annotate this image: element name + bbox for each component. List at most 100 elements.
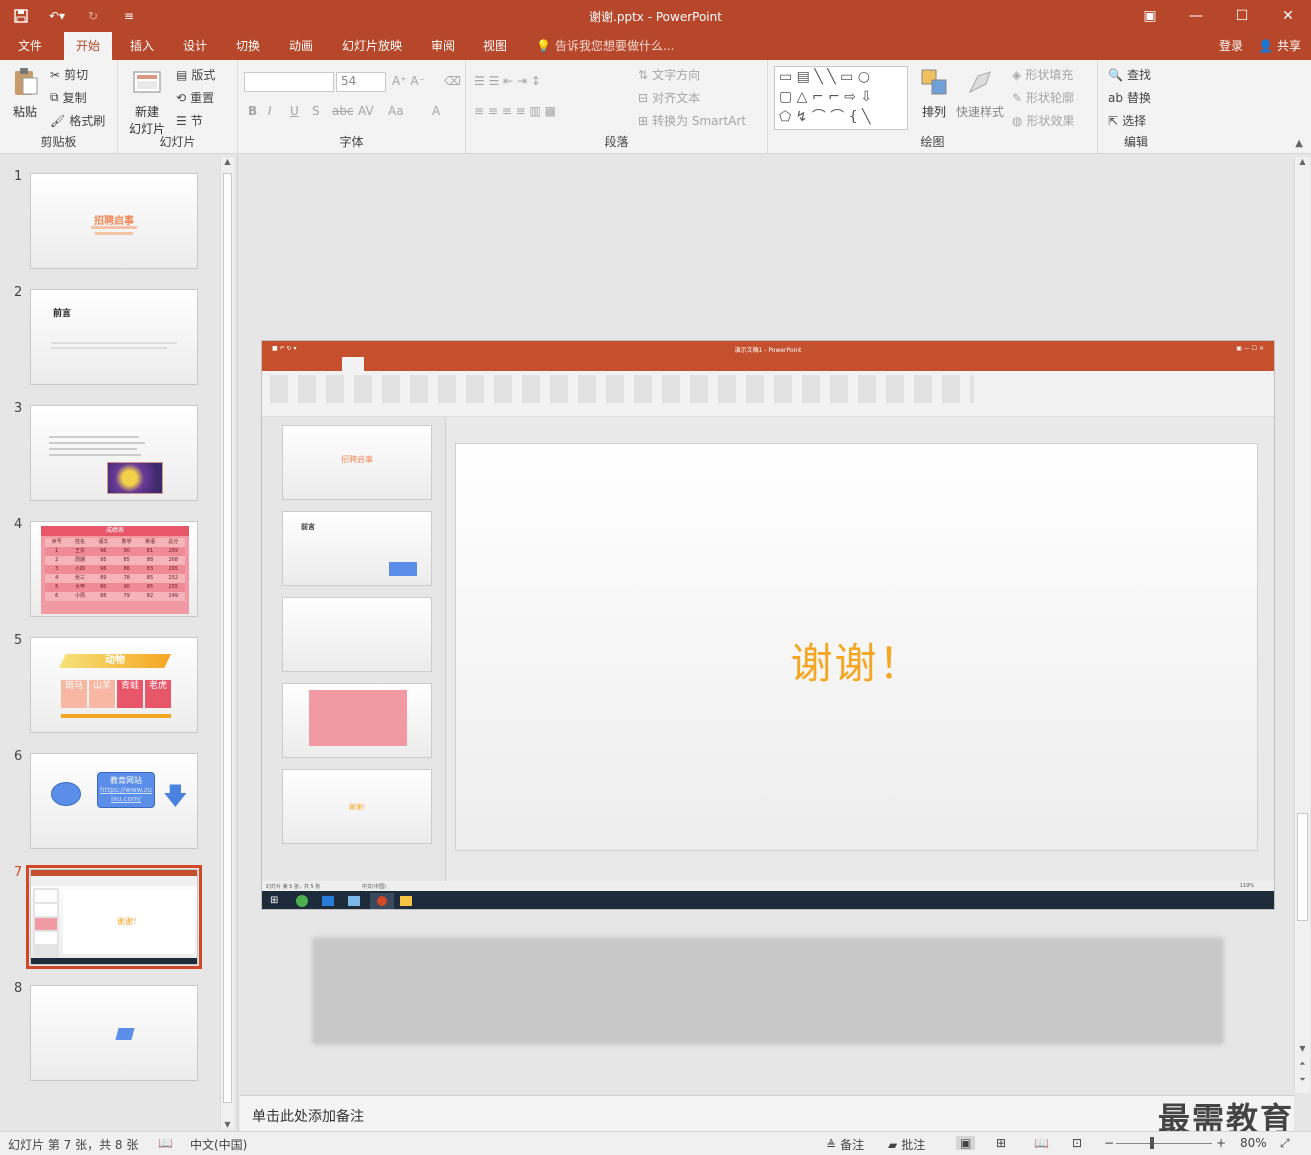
minimize-button[interactable]: — — [1173, 0, 1219, 32]
slide-thumbnail-4[interactable]: 成绩表 序号 姓名 语文 数学 英语 总分 1 王东 96 90 81 269 2 周期 95 85 88 268… — [30, 521, 198, 617]
language-indicator[interactable]: 中文(中国) — [190, 1136, 247, 1153]
cut-button[interactable]: ✂ 剪切 — [50, 66, 88, 83]
zoom-slider-handle[interactable] — [1150, 1137, 1154, 1149]
slide-thumbnail-8[interactable] — [30, 985, 198, 1081]
embedded-screenshot-image[interactable]: ■ ↶ ↻ ▾ 演示文稿1 - PowerPoint ▣ — ☐ ✕ 招聘启事 … — [261, 340, 1275, 910]
layout-icon: ▤ — [176, 67, 188, 82]
zoom-slider[interactable] — [1116, 1143, 1212, 1144]
tab-file[interactable]: 文件 — [6, 32, 54, 60]
shapes-gallery[interactable]: ▭ ▤ ╲ ╲ ▭ ○ ▢ △ ⌐ ⌐ ⇨ ⇩ ⬠ ↯ ⌒ ⌒ { ╲ — [774, 66, 908, 130]
scissors-icon: ✂ — [50, 67, 61, 82]
reset-icon: ⟲ — [176, 90, 187, 105]
slide-thumbnail-7[interactable]: 谢谢！ — [26, 865, 202, 969]
slide-sorter-icon[interactable]: ⊞ — [996, 1136, 1006, 1150]
table-cell: 85 — [146, 584, 154, 590]
maximize-button[interactable]: ☐ — [1219, 0, 1265, 32]
tab-design[interactable]: 设计 — [171, 32, 219, 60]
close-button[interactable]: ✕ — [1265, 0, 1311, 32]
zoom-in-button[interactable]: + — [1216, 1136, 1226, 1150]
slide-thumbnail-3[interactable] — [30, 405, 198, 501]
table-cell: 82 — [146, 593, 154, 599]
quick-styles-button[interactable]: 快速样式 — [954, 66, 1006, 120]
table-cell: 90 — [123, 584, 130, 590]
arrange-button[interactable]: 排列 — [916, 66, 952, 120]
slide-thumbnail-6[interactable]: 教育网站 https://www.zuixu.com/ 🡇 — [30, 753, 198, 849]
replace-button[interactable]: ab 替换 — [1108, 89, 1151, 106]
main-scrollbar[interactable]: ▲ ▼ ⏶ ⏷ — [1294, 157, 1310, 1093]
shape-fill-button[interactable]: ◈ 形状填充 — [1012, 66, 1073, 83]
strikethrough-icon[interactable]: abc — [332, 104, 354, 118]
bullets-icon[interactable]: ☰ ☰ ⇤ ⇥ ↕ — [474, 74, 541, 88]
scroll-down-icon[interactable]: ▼ — [1295, 1044, 1310, 1053]
scroll-down-icon[interactable]: ▼ — [221, 1120, 234, 1129]
slide-thumbnail-2[interactable]: 前言 — [30, 289, 198, 385]
slide-number: 1 — [14, 169, 23, 184]
font-size-box[interactable]: 54 — [336, 72, 386, 92]
tab-slideshow[interactable]: 幻灯片放映 — [330, 32, 414, 60]
tab-review[interactable]: 审阅 — [419, 32, 467, 60]
fit-to-window-icon[interactable]: ⤢ — [1280, 1136, 1290, 1151]
find-button[interactable]: 🔍 查找 — [1108, 66, 1151, 83]
scroll-thumb[interactable] — [1297, 813, 1308, 921]
copy-button[interactable]: ⧉ 复制 — [50, 89, 87, 106]
new-slide-button[interactable]: 新建 幻灯片 — [122, 66, 172, 137]
shape-effects-button[interactable]: ◍ 形状效果 — [1012, 112, 1075, 129]
table-cell: 4 — [55, 575, 59, 581]
align-icons[interactable]: ≡ ≡ ≡ ≡ ▥ ▦ — [474, 104, 556, 118]
paragraph-group: ☰ ☰ ⇤ ⇥ ↕ ≡ ≡ ≡ ≡ ▥ ▦ ⇅ 文字方向 ⊟ 对齐文本 ⊞ 转换为 S… — [466, 60, 768, 154]
share-button[interactable]: 👤 共享 — [1258, 32, 1301, 60]
notes-pane[interactable]: 单击此处添加备注 — [240, 1095, 1294, 1131]
scroll-up-icon[interactable]: ▲ — [221, 157, 234, 166]
bold-icon[interactable]: B — [248, 104, 257, 118]
shape-outline-button[interactable]: ✎ 形状轮廓 — [1012, 89, 1074, 106]
tab-animations[interactable]: 动画 — [277, 32, 325, 60]
table-cell: 85 — [123, 557, 130, 563]
slide-info: 幻灯片 第 7 张，共 8 张 — [8, 1138, 139, 1152]
underline-icon[interactable]: U — [290, 104, 299, 118]
slide-thumbnail-5[interactable]: 动物 斑马 山羊 青蛙 老虎 — [30, 637, 198, 733]
font-color-icon[interactable]: A — [432, 104, 440, 118]
tab-transitions[interactable]: 切换 — [224, 32, 272, 60]
drawing-group: ▭ ▤ ╲ ╲ ▭ ○ ▢ △ ⌐ ⌐ ⇨ ⇩ ⬠ ↯ ⌒ ⌒ { ╲ 排列 快速样… — [768, 60, 1098, 154]
scroll-up-icon[interactable]: ▲ — [1295, 157, 1310, 166]
zoom-out-button[interactable]: − — [1104, 1136, 1114, 1150]
thumbnails-scrollbar[interactable]: ▲ ▼ — [220, 157, 234, 1129]
smartart-button[interactable]: ⊞ 转换为 SmartArt — [638, 112, 746, 129]
font-name-box[interactable] — [244, 72, 334, 92]
format-painter-button[interactable]: 🖌 格式刷 — [50, 112, 105, 129]
next-slide-icon[interactable]: ⏷ — [1295, 1075, 1310, 1085]
layout-button[interactable]: ▤ 版式 — [176, 66, 215, 83]
paste-button[interactable]: 粘贴 — [8, 66, 42, 120]
section-button[interactable]: ☰ 节 — [176, 112, 203, 129]
change-case-icon[interactable]: Aa — [388, 104, 404, 118]
spell-check-icon[interactable]: 📖 — [158, 1136, 173, 1150]
comments-button[interactable]: ▰ 批注 — [888, 1136, 925, 1153]
table-cell: 95 — [100, 557, 107, 563]
italic-icon[interactable]: I — [268, 104, 272, 118]
tab-home[interactable]: 开始 — [64, 32, 113, 60]
slide-thumbnail-1[interactable]: 招聘启事 — [30, 173, 198, 269]
zoom-level[interactable]: 80% — [1240, 1136, 1267, 1150]
align-text-button[interactable]: ⊟ 对齐文本 — [638, 89, 700, 106]
lightbulb-icon: 💡 — [536, 39, 551, 53]
scroll-thumb[interactable] — [223, 173, 232, 1103]
clear-formatting-icon[interactable]: ⌫ — [444, 74, 461, 88]
font-label: 字体 — [339, 135, 364, 149]
char-spacing-icon[interactable]: AV — [358, 104, 374, 118]
notes-button[interactable]: ≜ 备注 — [826, 1136, 864, 1153]
tab-view[interactable]: 视图 — [471, 32, 519, 60]
select-button[interactable]: ⇱ 选择 — [1108, 112, 1146, 129]
normal-view-icon[interactable]: ▣ — [956, 1136, 976, 1150]
grow-font-icon[interactable]: A⁺ A⁻ — [392, 74, 425, 88]
shadow-icon[interactable]: S — [312, 104, 320, 118]
reading-view-icon[interactable]: 📖 — [1034, 1136, 1049, 1150]
ribbon-display-options-icon[interactable]: ▣ — [1127, 0, 1173, 32]
collapse-ribbon-icon[interactable]: ▲ — [1295, 138, 1303, 149]
slideshow-icon[interactable]: ⊡ — [1072, 1136, 1082, 1150]
tab-insert[interactable]: 插入 — [118, 32, 166, 60]
prev-slide-icon[interactable]: ⏶ — [1295, 1059, 1310, 1069]
text-direction-button[interactable]: ⇅ 文字方向 — [638, 66, 700, 83]
login-link[interactable]: 登录 — [1219, 32, 1243, 60]
tell-me-box[interactable]: 💡 告诉我您想要做什么... — [536, 32, 674, 60]
reset-button[interactable]: ⟲ 重置 — [176, 89, 214, 106]
